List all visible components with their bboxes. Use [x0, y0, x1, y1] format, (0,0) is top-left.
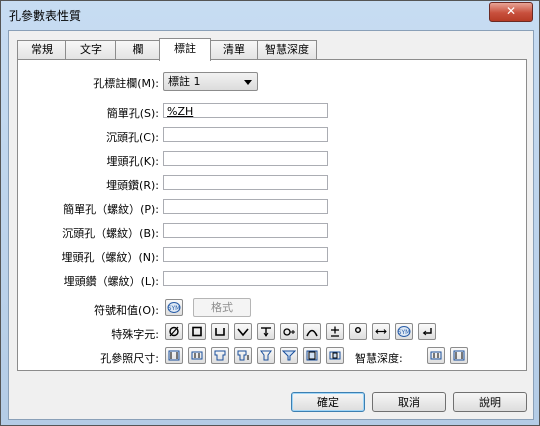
counterdrill-field[interactable] [163, 175, 328, 190]
chevron-down-icon [244, 80, 252, 85]
countersink-label: 埋頭孔(K): [106, 155, 159, 168]
smart-depth-label: 智慧深度: [355, 352, 403, 365]
column-label: 孔標註欄(M): [93, 77, 159, 90]
counterbore-label: 沉頭孔(C): [106, 131, 159, 144]
counterdrill-thread-label: 埋頭鑽（螺紋）(L): [63, 275, 159, 288]
cancel-button[interactable]: 取消 [372, 392, 446, 412]
help-button[interactable]: 說明 [453, 392, 527, 412]
arc-icon[interactable] [303, 323, 321, 340]
diameter-icon[interactable] [165, 323, 183, 340]
tab-annotation[interactable]: 標註 [159, 38, 211, 61]
close-icon: ✕ [505, 4, 517, 18]
column-dropdown-value: 標註 1 [168, 75, 201, 88]
degree-icon[interactable] [349, 323, 367, 340]
hole-dim-7-icon[interactable] [303, 347, 321, 364]
depth-icon[interactable] [257, 323, 275, 340]
tab-text[interactable]: 文字 [65, 40, 117, 59]
tab-general[interactable]: 常規 [17, 40, 67, 59]
annotation-panel: 孔標註欄(M): 標註 1 簡單孔(S): %ZH 沉頭孔(C): 埋頭孔(K)… [17, 59, 527, 371]
sym-icon[interactable]: SYM [165, 299, 183, 316]
column-dropdown[interactable]: 標註 1 [163, 72, 258, 91]
plus-minus-icon[interactable] [326, 323, 344, 340]
hole-dim-1-icon[interactable] [165, 347, 183, 364]
window-title: 孔參數表性質 [9, 9, 82, 23]
simple-hole-thread-field[interactable] [163, 199, 328, 214]
counterbore-thread-label: 沉頭孔（螺紋）(B): [62, 227, 159, 240]
counterdrill-thread-field[interactable] [163, 271, 328, 286]
dialog-body: 常規 文字 欄 標註 清單 智慧深度 孔標註欄(M): 標註 1 簡單孔(S):… [8, 30, 534, 420]
square-icon[interactable] [188, 323, 206, 340]
hole-dim-3-icon[interactable] [211, 347, 229, 364]
symbol-library-icon[interactable]: SYM [395, 323, 413, 340]
counterbore-field[interactable] [163, 127, 328, 142]
dialog-window: 孔參數表性質 ✕ 常規 文字 欄 標註 清單 智慧深度 孔標註欄(M): 標註 … [0, 0, 540, 426]
simple-hole-label: 簡單孔(S): [106, 107, 159, 120]
smart-depth-1-icon[interactable] [427, 347, 445, 364]
close-button[interactable]: ✕ [489, 2, 533, 22]
tab-list[interactable]: 清單 [209, 40, 259, 59]
simple-hole-value: %ZH [167, 105, 194, 118]
hole-dim-6-icon[interactable] [280, 347, 298, 364]
return-icon[interactable] [418, 323, 436, 340]
smart-depth-2-icon[interactable] [450, 347, 468, 364]
countersink-icon[interactable] [234, 323, 252, 340]
hole-dim-2-icon[interactable] [188, 347, 206, 364]
hole-dim-5-icon[interactable] [257, 347, 275, 364]
thread-icon[interactable] [280, 323, 298, 340]
tab-smart-depth[interactable]: 智慧深度 [257, 40, 317, 59]
hole-ref-label: 孔參照尺寸: [100, 352, 159, 365]
between-icon[interactable] [372, 323, 390, 340]
simple-hole-field[interactable]: %ZH [163, 103, 328, 118]
special-chars-label: 特殊字元: [111, 328, 159, 341]
format-button[interactable]: 格式 [193, 298, 251, 317]
ok-button[interactable]: 確定 [291, 392, 365, 412]
counterbore-thread-field[interactable] [163, 223, 328, 238]
hole-dim-4-icon[interactable] [234, 347, 252, 364]
symbols-label: 符號和值(O): [94, 304, 159, 317]
svg-text:SYM: SYM [168, 305, 181, 312]
countersink-thread-label: 埋頭孔（螺紋）(N): [61, 251, 159, 264]
countersink-thread-field[interactable] [163, 247, 328, 262]
hole-dim-8-icon[interactable] [326, 347, 344, 364]
tab-column[interactable]: 欄 [115, 40, 161, 59]
counterbore-icon[interactable] [211, 323, 229, 340]
countersink-field[interactable] [163, 151, 328, 166]
simple-hole-thread-label: 簡單孔（螺紋）(P): [63, 203, 159, 216]
title-bar: 孔參數表性質 ✕ [1, 1, 539, 29]
counterdrill-label: 埋頭鑽(R): [106, 179, 159, 192]
svg-text:SYM: SYM [398, 329, 411, 336]
